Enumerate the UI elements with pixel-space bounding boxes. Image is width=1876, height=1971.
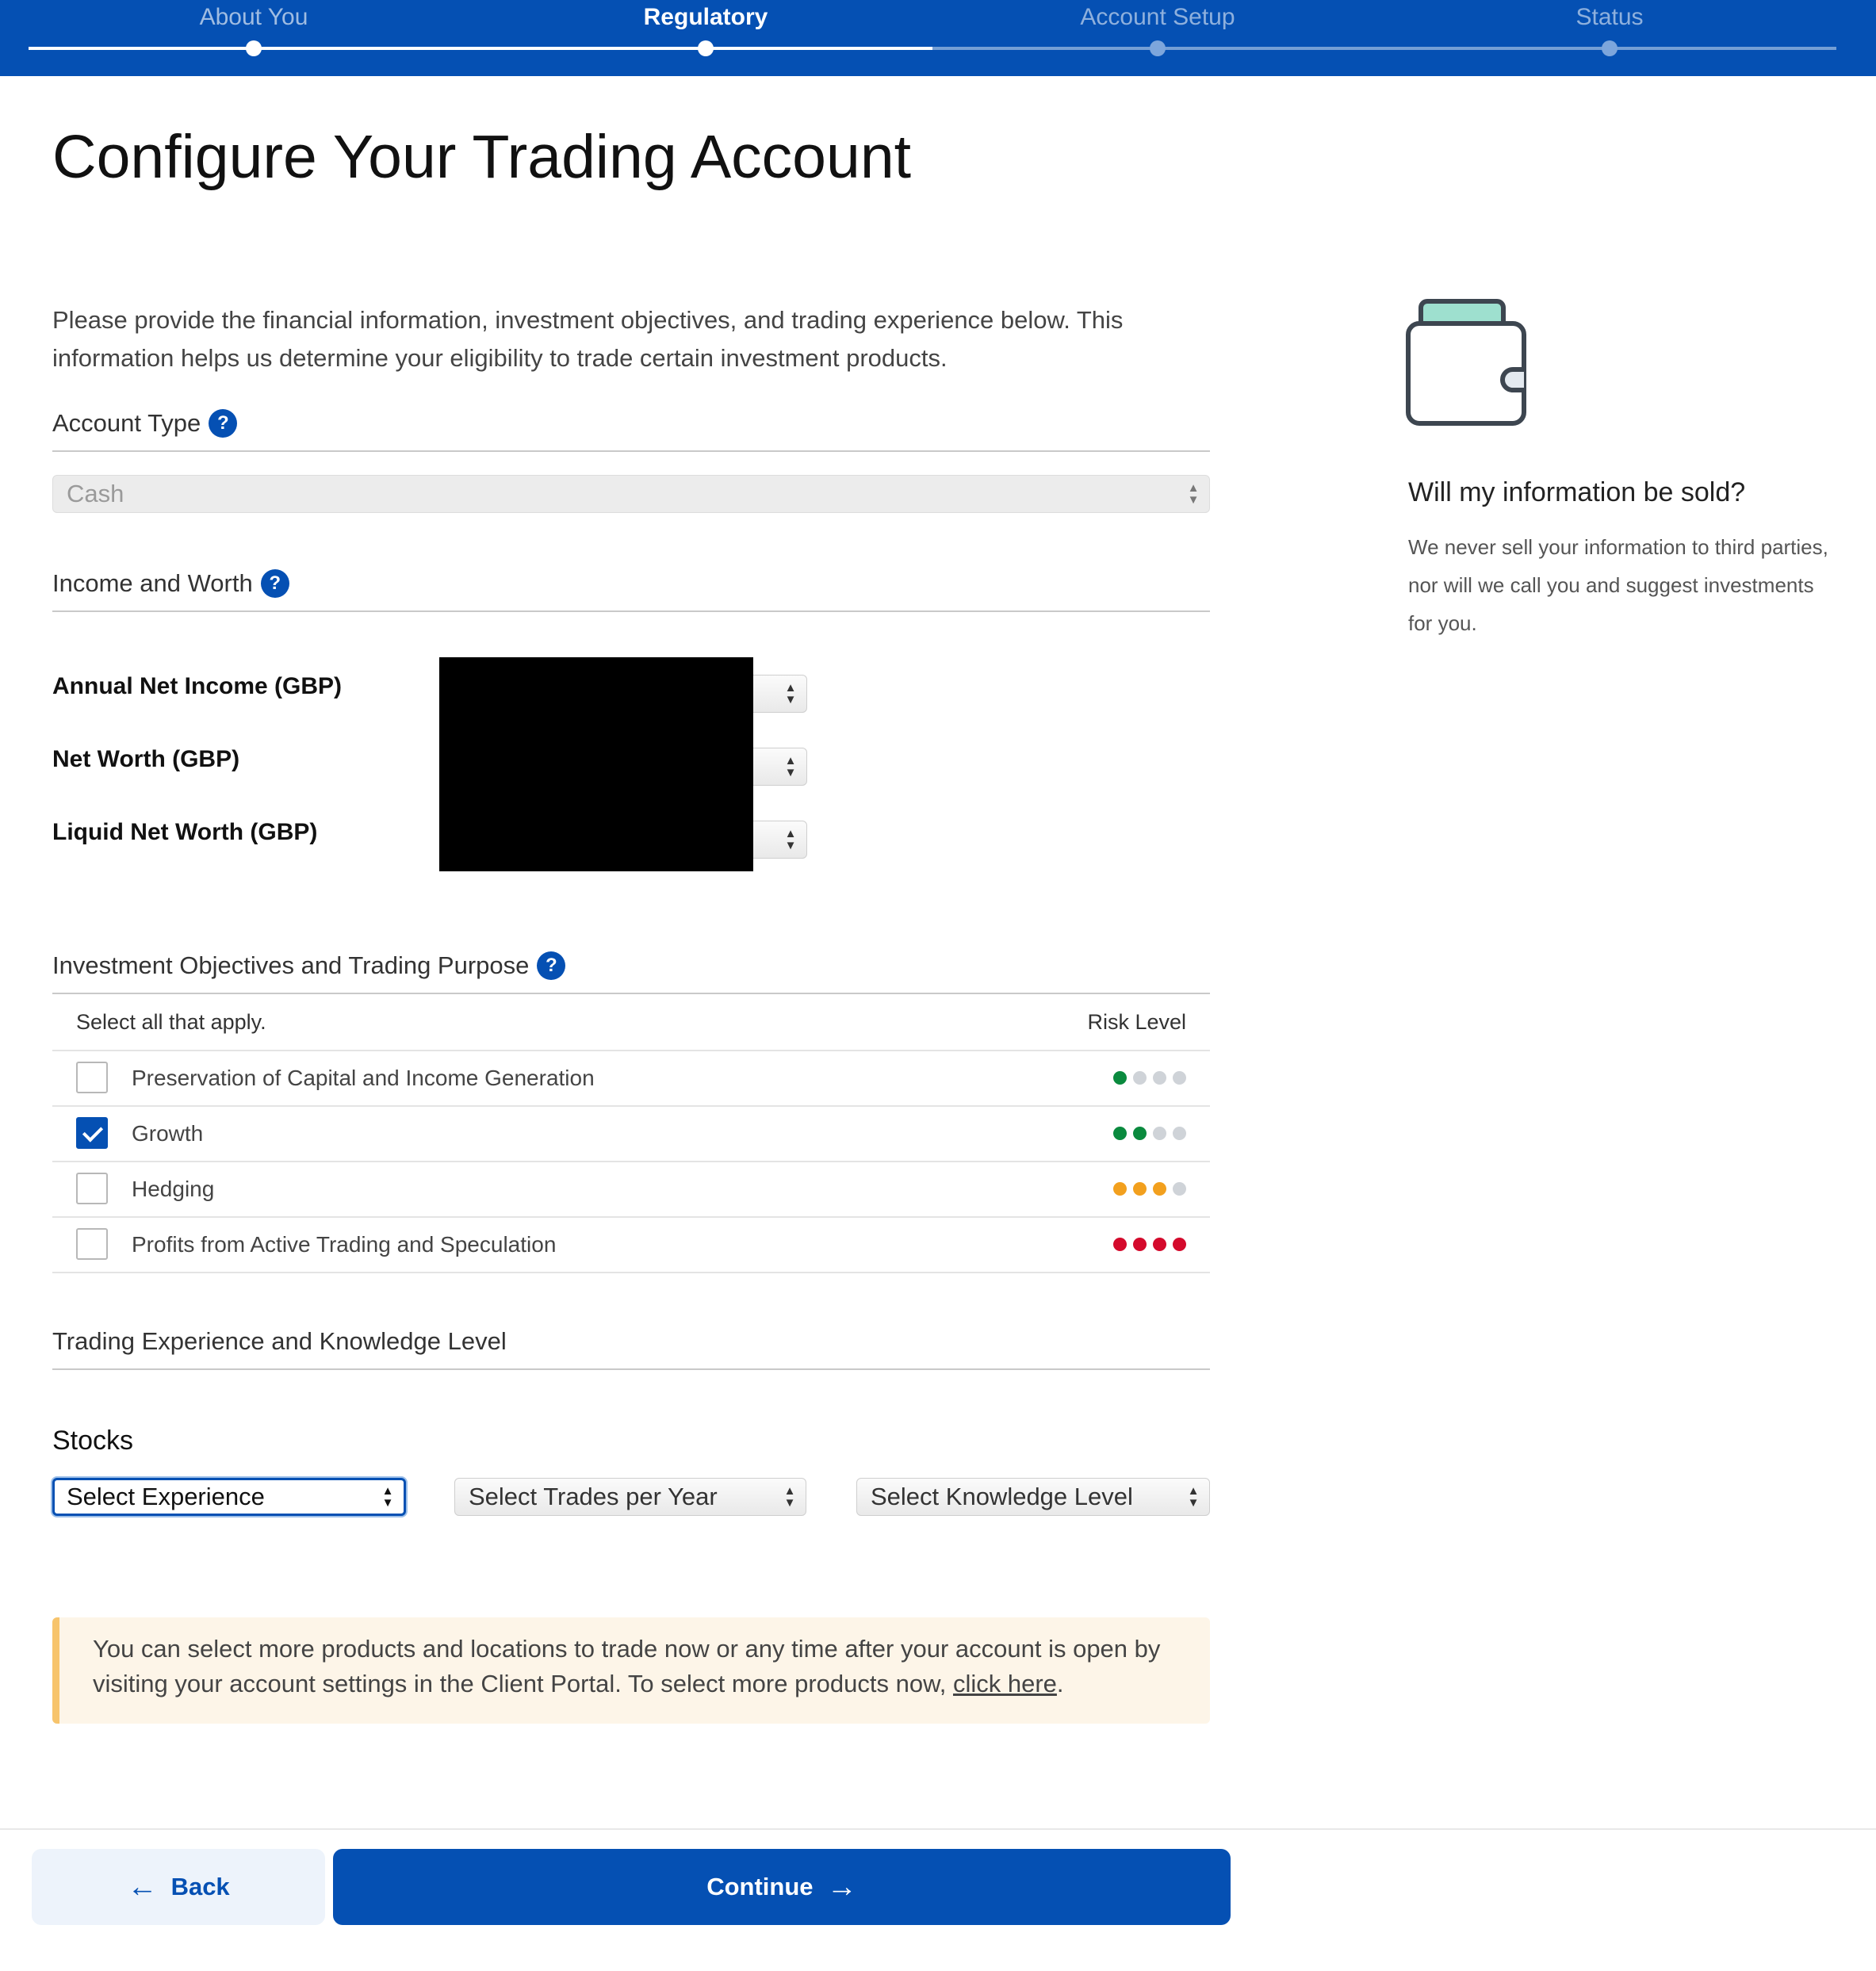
experience-select[interactable]: Select Experience ▲ ▼ (52, 1478, 406, 1516)
income-worth-heading: Income and Worth (52, 569, 253, 597)
step-dot-status (1602, 40, 1618, 56)
continue-label: Continue (706, 1873, 814, 1900)
account-type-help-icon[interactable]: ? (209, 409, 238, 438)
account-type-header: Account Type? (52, 406, 1210, 452)
risk-level-indicator (1107, 1182, 1186, 1196)
step-dot-account-setup (1150, 40, 1166, 56)
click-here-link[interactable]: click here (953, 1670, 1057, 1697)
objective-label: Growth (132, 1121, 204, 1146)
select-arrows-icon: ▲ ▼ (1187, 1484, 1200, 1510)
liquid-net-worth-label: Liquid Net Worth (GBP) (52, 819, 318, 845)
objective-checkbox[interactable] (76, 1117, 108, 1149)
annual-net-income-label: Annual Net Income (GBP) (52, 673, 343, 699)
risk-dot-filled (1153, 1182, 1166, 1196)
step-about-you: About You (199, 4, 308, 30)
account-type-heading: Account Type (52, 409, 201, 437)
experience-select-value: Select Experience (67, 1483, 265, 1510)
step-dot-regulatory (698, 40, 714, 56)
sidebar-body: We never sell your information to third … (1408, 535, 1828, 635)
select-arrows-icon: ▲ ▼ (1187, 481, 1200, 507)
page-title: Configure Your Trading Account (52, 123, 912, 191)
step-dot-about-you (246, 40, 262, 56)
risk-dot-empty (1153, 1071, 1166, 1085)
note-end: . (1056, 1670, 1064, 1697)
risk-dot-filled (1113, 1238, 1127, 1251)
trades-per-year-select[interactable]: Select Trades per Year ▲ ▼ (454, 1478, 806, 1516)
progress-track-remaining (932, 47, 1836, 50)
objective-label: Hedging (132, 1177, 215, 1201)
stocks-heading: Stocks (52, 1426, 134, 1456)
select-arrows-icon: ▲ ▼ (784, 681, 797, 706)
objectives-heading: Investment Objectives and Trading Purpos… (52, 951, 530, 979)
risk-dot-filled (1113, 1127, 1127, 1140)
footer-divider (0, 1828, 1876, 1830)
knowledge-level-select[interactable]: Select Knowledge Level ▲ ▼ (856, 1478, 1210, 1516)
risk-dot-empty (1173, 1071, 1186, 1085)
risk-dot-filled (1133, 1238, 1147, 1251)
account-type-select: Cash ▲ ▼ (52, 475, 1210, 513)
back-label: Back (170, 1873, 230, 1900)
progress-stepper: About You Regulatory Account Setup Statu… (0, 0, 1876, 76)
risk-dot-empty (1133, 1071, 1147, 1085)
objective-checkbox[interactable] (76, 1062, 108, 1093)
risk-dot-empty (1173, 1127, 1186, 1140)
objective-label: Preservation of Capital and Income Gener… (132, 1066, 595, 1090)
objectives-help-icon[interactable]: ? (537, 951, 566, 980)
trades-select-value: Select Trades per Year (469, 1483, 718, 1510)
risk-dot-filled (1133, 1182, 1147, 1196)
step-regulatory: Regulatory (643, 4, 768, 30)
back-button[interactable]: ← Back (32, 1849, 325, 1925)
objectives-table-header: Select all that apply. Risk Level (52, 994, 1210, 1051)
select-arrows-icon: ▲ ▼ (784, 754, 797, 779)
risk-dot-filled (1113, 1182, 1127, 1196)
step-status: Status (1575, 4, 1644, 30)
note-paragraph: You can select more products and locatio… (93, 1632, 1187, 1701)
checkmark-icon (82, 1121, 104, 1142)
step-account-setup: Account Setup (1080, 4, 1235, 30)
objective-row[interactable]: Preservation of Capital and Income Gener… (52, 1051, 1210, 1107)
arrow-right-icon: → (826, 1870, 857, 1904)
select-arrows-icon: ▲ ▼ (784, 827, 797, 852)
risk-level-header: Risk Level (1087, 1010, 1186, 1034)
objectives-header: Investment Objectives and Trading Purpos… (52, 948, 1210, 994)
objective-row[interactable]: Growth (52, 1107, 1210, 1162)
risk-level-indicator (1107, 1238, 1186, 1252)
redaction-block (439, 657, 753, 871)
net-worth-label: Net Worth (GBP) (52, 746, 240, 772)
risk-level-indicator (1107, 1071, 1186, 1085)
risk-level-indicator (1107, 1127, 1186, 1141)
risk-dot-filled (1133, 1127, 1147, 1140)
select-arrows-icon: ▲ ▼ (381, 1484, 394, 1510)
arrow-left-icon: ← (127, 1870, 158, 1904)
objective-checkbox[interactable] (76, 1173, 108, 1204)
experience-header: Trading Experience and Knowledge Level (52, 1324, 1210, 1370)
experience-heading: Trading Experience and Knowledge Level (52, 1327, 507, 1355)
income-worth-help-icon[interactable]: ? (260, 569, 289, 598)
select-arrows-icon: ▲ ▼ (783, 1484, 796, 1510)
objective-row[interactable]: Profits from Active Trading and Speculat… (52, 1218, 1210, 1273)
select-all-hint: Select all that apply. (76, 1010, 266, 1034)
risk-dot-filled (1173, 1238, 1186, 1251)
risk-dot-filled (1153, 1238, 1166, 1251)
progress-track-complete (29, 47, 932, 50)
continue-button[interactable]: Continue → (333, 1849, 1231, 1925)
objective-checkbox[interactable] (76, 1228, 108, 1260)
risk-dot-empty (1173, 1182, 1186, 1196)
account-type-value: Cash (67, 480, 124, 507)
risk-dot-filled (1113, 1071, 1127, 1085)
income-worth-header: Income and Worth? (52, 566, 1210, 612)
sidebar-title: Will my information be sold? (1408, 477, 1746, 507)
wallet-icon (1406, 299, 1526, 426)
more-products-note: You can select more products and locatio… (52, 1617, 1210, 1724)
objective-row[interactable]: Hedging (52, 1162, 1210, 1218)
risk-dot-empty (1153, 1127, 1166, 1140)
objective-label: Profits from Active Trading and Speculat… (132, 1232, 557, 1257)
knowledge-select-value: Select Knowledge Level (871, 1483, 1133, 1510)
intro-text: Please provide the financial information… (52, 306, 1124, 372)
